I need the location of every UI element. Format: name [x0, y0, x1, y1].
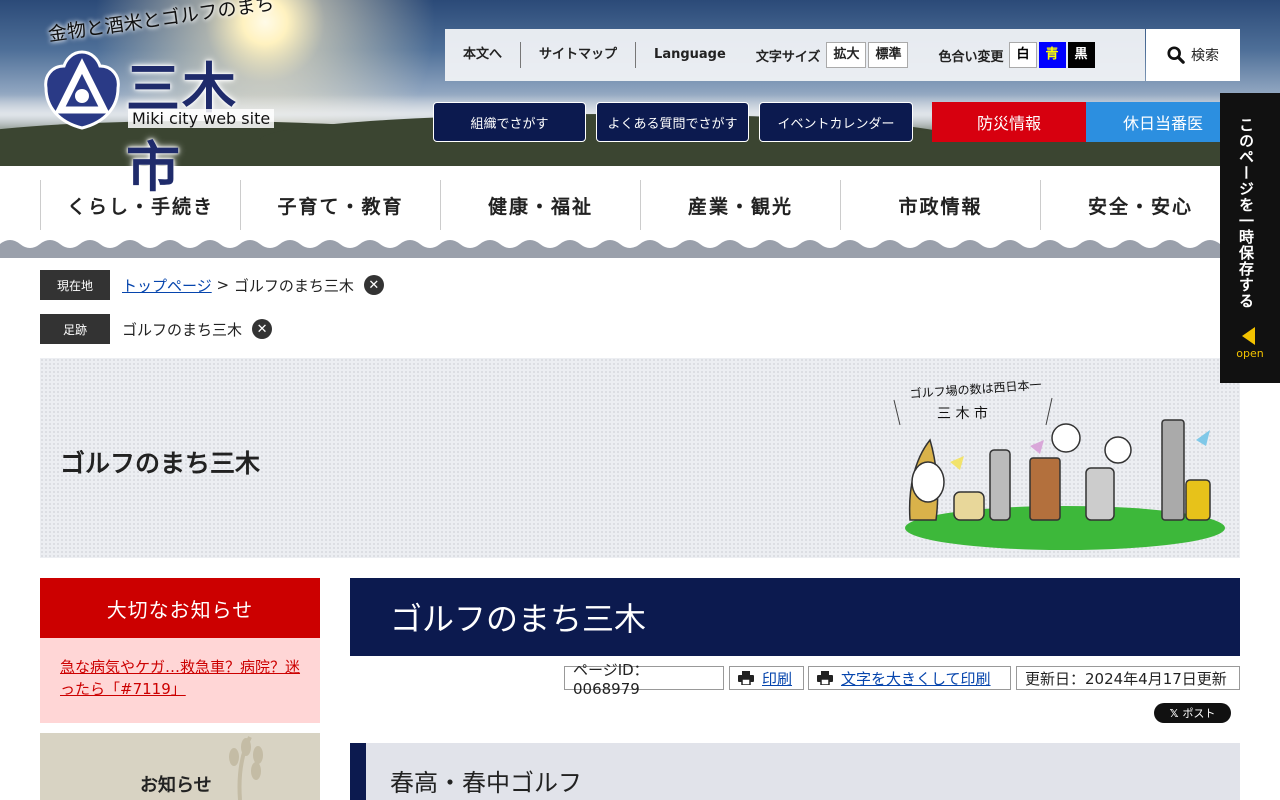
nav-city-admin[interactable]: 市政情報	[840, 180, 1040, 230]
news-box[interactable]: お知らせ	[40, 733, 320, 800]
breadcrumb-separator: >	[211, 276, 234, 294]
temporary-save-panel[interactable]: このページを一時保存する open	[1220, 93, 1280, 383]
news-title: お知らせ	[140, 775, 212, 796]
close-icon[interactable]: ✕	[363, 275, 384, 295]
breadcrumb-home-link[interactable]: トップページ	[122, 275, 212, 296]
notice-7119-link[interactable]: 急な病気やケガ…救急車？病院？迷ったら「#7119」	[60, 658, 300, 698]
golf-mascots-illustration: ゴルフ場の数は西日本一 三 木 市	[893, 377, 1225, 550]
search-label: 検索	[1191, 48, 1219, 64]
page-id: ページID：0068979	[564, 661, 724, 698]
page-banner: ゴルフのまち三木 ゴルフ場の数は西日本一 三 木 市	[40, 358, 1240, 558]
illustration-city: 三 木 市	[937, 405, 988, 422]
global-nav: くらし・手続き 子育て・教育 健康・福祉 産業・観光 市政情報 安全・安心	[40, 180, 1240, 230]
font-size-label: 文字サイズ	[755, 49, 821, 65]
printer-icon	[817, 671, 833, 685]
print-button[interactable]: 印刷	[729, 666, 804, 690]
save-panel-open: open	[1236, 347, 1264, 360]
holiday-doctor-button[interactable]: 休日当番医	[1086, 102, 1240, 142]
printer-icon	[738, 671, 754, 685]
page-title: ゴルフのまち三木	[350, 578, 1240, 656]
skip-to-content-link[interactable]: 本文へ	[445, 42, 522, 68]
search-button[interactable]: 検索	[1146, 29, 1240, 81]
font-size-standard-button[interactable]: 標準	[868, 42, 909, 68]
color-black-button[interactable]: 黒	[1067, 42, 1095, 68]
important-notice-box: 大切なお知らせ 急な病気やケガ…救急車？病院？迷ったら「#7119」	[40, 578, 320, 723]
nav-health[interactable]: 健康・福祉	[440, 180, 640, 230]
footprint-item[interactable]: ゴルフのまち三木	[122, 319, 242, 340]
sitemap-link[interactable]: サイトマップ	[521, 42, 637, 68]
city-emblem-icon	[44, 50, 120, 130]
language-link[interactable]: Language	[636, 42, 744, 68]
illustration-caption: ゴルフ場の数は西日本一	[909, 377, 1042, 401]
faq-search-button[interactable]: よくある質問でさがす	[596, 102, 749, 142]
breadcrumb-current: ゴルフのまち三木	[233, 276, 354, 295]
wave-divider	[0, 240, 1280, 258]
utility-bar: 本文へ サイトマップ Language 文字サイズ 拡大 標準 色合い変更 白 …	[445, 29, 1145, 81]
event-calendar-button[interactable]: イベントカレンダー	[759, 102, 913, 142]
breadcrumb-label: 現在地	[40, 270, 110, 300]
logo-subtitle: Miki city web site	[128, 109, 275, 128]
color-white-button[interactable]: 白	[1009, 42, 1037, 68]
search-by-organization-button[interactable]: 組織でさがす	[433, 102, 586, 142]
breadcrumb: 現在地 トップページ > ゴルフのまち三木 ✕	[40, 270, 384, 300]
nav-childcare[interactable]: 子育て・教育	[240, 180, 440, 230]
color-change-label: 色合い変更	[938, 49, 1004, 65]
color-blue-button[interactable]: 青	[1038, 42, 1066, 68]
font-size-group: 文字サイズ 拡大 標準	[756, 42, 911, 68]
site-logo[interactable]: 金物と酒米とゴルフのまち 三木市 Miki city web site	[40, 0, 290, 199]
save-panel-label: このページを一時保存する	[1237, 117, 1255, 309]
print-large-button[interactable]: 文字を大きくして印刷	[808, 666, 1011, 690]
close-icon[interactable]: ✕	[252, 319, 273, 339]
nav-industry[interactable]: 産業・観光	[640, 180, 840, 230]
print-link[interactable]: 印刷	[762, 668, 792, 689]
footprint-trail: 足跡 ゴルフのまち三木 ✕	[40, 314, 273, 344]
font-size-enlarge-button[interactable]: 拡大	[826, 42, 867, 68]
x-logo-icon: 𝕏	[1169, 706, 1179, 720]
important-notice-title: 大切なお知らせ	[40, 578, 320, 638]
section-heading: 春高・春中ゴルフ	[350, 743, 1240, 800]
color-change-group: 色合い変更 白 青 黒	[938, 42, 1096, 68]
print-large-link[interactable]: 文字を大きくして印刷	[841, 668, 991, 689]
nav-safety[interactable]: 安全・安心	[1040, 180, 1240, 230]
x-post-label: ポスト	[1182, 707, 1216, 720]
footprint-label: 足跡	[40, 314, 110, 344]
x-post-button[interactable]: 𝕏 ポスト	[1154, 703, 1231, 723]
search-icon	[1167, 46, 1185, 64]
nav-living[interactable]: くらし・手続き	[40, 180, 240, 230]
disaster-info-button[interactable]: 防災情報	[932, 102, 1086, 142]
banner-title: ゴルフのまち三木	[60, 449, 261, 478]
open-arrow-icon	[1242, 327, 1255, 345]
important-notice-body: 急な病気やケガ…救急車？病院？迷ったら「#7119」	[40, 638, 320, 723]
updated-date: 更新日：2024年4月17日更新	[1016, 666, 1240, 690]
